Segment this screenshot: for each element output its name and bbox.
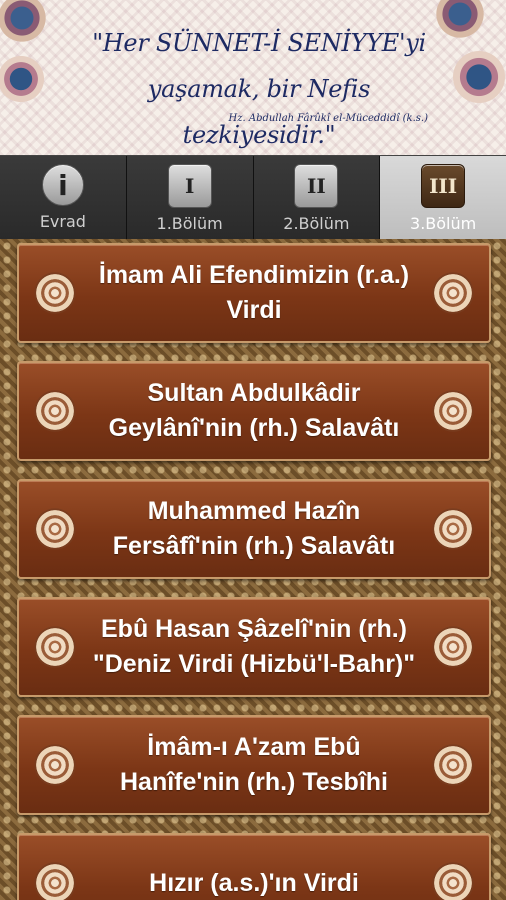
- rosette-icon: [33, 743, 77, 787]
- list-item-fersafi[interactable]: Muhammed Hazîn Fersâfî'nin (rh.) Salavât…: [17, 479, 491, 579]
- roman-one-icon: I: [167, 164, 212, 208]
- rosette-icon: [33, 507, 77, 551]
- section-tab-bar: i Evrad I 1.Bölüm II 2.Bölüm III 3.Bölüm: [0, 155, 506, 240]
- ornament-icon: [0, 0, 58, 54]
- rosette-icon: [431, 861, 475, 900]
- list-item-ebu-hanife[interactable]: İmâm-ı A'zam Ebû Hanîfe'nin (rh.) Tesbîh…: [17, 715, 491, 815]
- rosette-icon: [33, 861, 77, 900]
- rosette-icon: [33, 389, 77, 433]
- list-item-sazeli[interactable]: Ebû Hasan Şâzelî'nin (rh.) "Deniz Virdi …: [17, 597, 491, 697]
- rosette-icon: [431, 743, 475, 787]
- tab-bolum-1[interactable]: I 1.Bölüm: [126, 156, 254, 240]
- rosette-icon: [431, 389, 475, 433]
- list-item-title: Sultan Abdulkâdir Geylânî'nin (rh.) Sala…: [108, 379, 400, 442]
- ornament-icon: [444, 42, 506, 112]
- list-item-title: İmam Ali Efendimizin (r.a.) Virdi: [98, 261, 410, 324]
- list-item-hizir[interactable]: Hızır (a.s.)'ın Virdi: [17, 833, 491, 900]
- rosette-icon: [33, 271, 77, 315]
- tab-label: Evrad: [39, 212, 86, 231]
- roman-three-icon: III: [421, 164, 466, 208]
- info-icon: i: [41, 164, 84, 206]
- tab-evrad[interactable]: i Evrad: [0, 156, 127, 240]
- rosette-icon: [431, 507, 475, 551]
- tab-label: 2.Bölüm: [283, 214, 350, 233]
- ornament-icon: [0, 48, 52, 110]
- quote-author: Hz. Abdullah Fârûkî el-Müceddidî (k.s.): [228, 113, 429, 124]
- tab-label: 3.Bölüm: [410, 214, 477, 233]
- tab-label: 1.Bölüm: [156, 214, 223, 233]
- list-item-title: Hızır (a.s.)'ın Virdi: [149, 868, 359, 897]
- roman-two-icon: II: [294, 164, 339, 208]
- list-item-title: Muhammed Hazîn Fersâfî'nin (rh.) Salavât…: [112, 497, 396, 560]
- list-item-geylani[interactable]: Sultan Abdulkâdir Geylânî'nin (rh.) Sala…: [17, 361, 491, 461]
- list-item-title: Ebû Hasan Şâzelî'nin (rh.) "Deniz Virdi …: [92, 615, 416, 678]
- rosette-icon: [431, 625, 475, 669]
- header-banner: "Her SÜNNET-İ SENİYYE'yi yaşamak, bir Ne…: [0, 0, 506, 155]
- tab-bolum-2[interactable]: II 2.Bölüm: [253, 156, 381, 240]
- prayer-list: İmam Ali Efendimizin (r.a.) Virdi Sultan…: [0, 239, 506, 900]
- quote-line-1: "Her SÜNNET-İ SENİYYE'yi: [92, 29, 426, 57]
- list-item-imam-ali[interactable]: İmam Ali Efendimizin (r.a.) Virdi: [17, 243, 491, 343]
- rosette-icon: [33, 625, 77, 669]
- list-item-title: İmâm-ı A'zam Ebû Hanîfe'nin (rh.) Tesbîh…: [120, 733, 388, 796]
- banner-quote: "Her SÜNNET-İ SENİYYE'yi yaşamak, bir Ne…: [74, 20, 444, 155]
- quote-line-2: yaşamak, bir Nefis tezkiyesidir.": [147, 75, 371, 149]
- tab-bolum-3[interactable]: III 3.Bölüm: [380, 156, 506, 240]
- rosette-icon: [431, 271, 475, 315]
